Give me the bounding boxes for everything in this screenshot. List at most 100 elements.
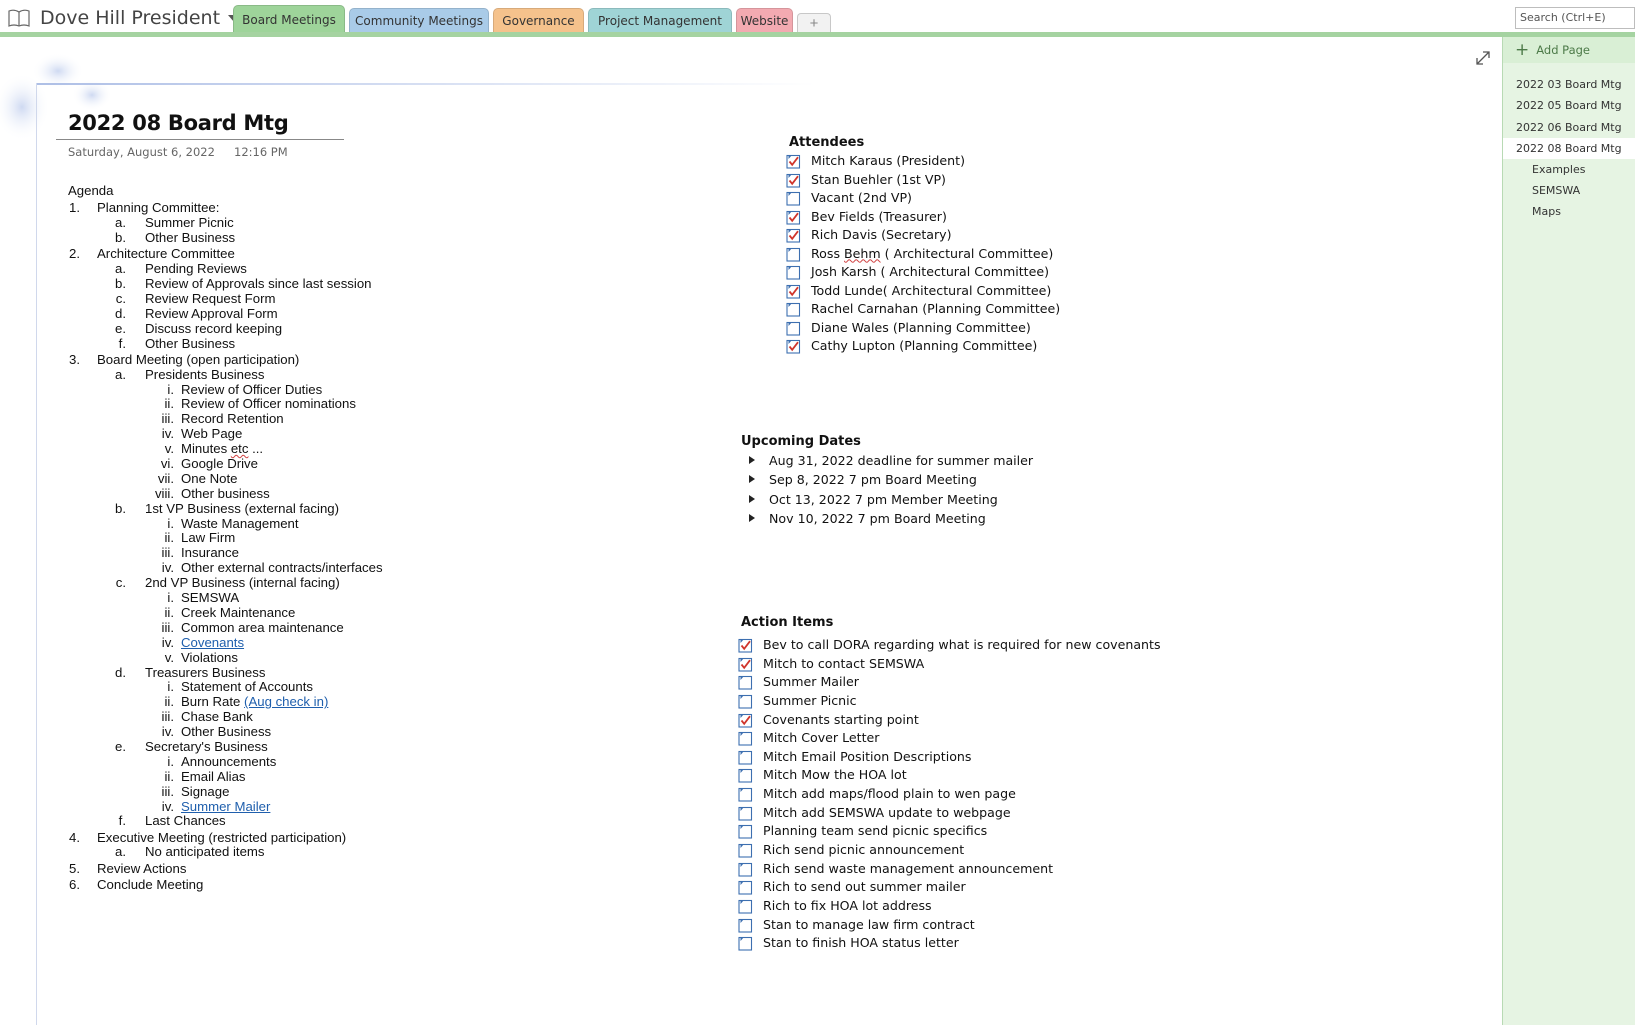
tab-board-meetings[interactable]: Board Meetings (233, 5, 345, 34)
tab-website[interactable]: Website (736, 8, 793, 33)
agenda-item[interactable]: 2. Architecture Committee (68, 246, 235, 262)
agenda-item[interactable]: vi. Google Drive (68, 456, 258, 472)
agenda-item[interactable]: v. Violations (68, 650, 238, 666)
todo-checkbox-icon[interactable] (738, 824, 753, 839)
agenda-item[interactable]: e. Secretary's Business (68, 739, 268, 755)
agenda-item[interactable]: f. Other Business (68, 336, 235, 352)
agenda-item[interactable]: c. Review Request Form (68, 291, 276, 307)
checked-checkbox-icon[interactable] (738, 638, 753, 653)
page-item-2022-08-board-mtg[interactable]: 2022 08 Board Mtg (1503, 138, 1635, 159)
agenda-item[interactable]: iv. Covenants (68, 635, 244, 651)
expand-icon[interactable] (1474, 49, 1492, 67)
agenda-item[interactable]: iv. Other Business (68, 724, 271, 740)
agenda-item[interactable]: c. 2nd VP Business (internal facing) (68, 575, 340, 591)
agenda-link[interactable]: Summer Mailer (181, 799, 270, 814)
todo-checkbox-icon[interactable] (738, 768, 753, 784)
page-item-maps[interactable]: Maps (1503, 201, 1635, 222)
page-item-2022-03-board-mtg[interactable]: 2022 03 Board Mtg (1503, 74, 1635, 95)
agenda-item[interactable]: ii. Burn Rate (Aug check in) (68, 694, 328, 710)
agenda-heading[interactable]: Agenda (68, 182, 113, 200)
action-items-heading[interactable]: Action Items (741, 615, 833, 630)
agenda-item[interactable]: i. Waste Management (68, 516, 298, 532)
checked-checkbox-icon[interactable] (738, 713, 753, 728)
tab-community-meetings[interactable]: Community Meetings (349, 8, 489, 33)
page-item-2022-05-board-mtg[interactable]: 2022 05 Board Mtg (1503, 95, 1635, 116)
agenda-item[interactable]: iv. Web Page (68, 426, 243, 442)
agenda-item[interactable]: f. Last Chances (68, 813, 226, 829)
checked-checkbox-icon[interactable] (786, 284, 801, 299)
triangle-bullet-icon[interactable] (749, 456, 755, 464)
checked-checkbox-icon[interactable] (738, 657, 753, 672)
triangle-bullet-icon[interactable] (749, 494, 755, 503)
agenda-item[interactable]: ii. Creek Maintenance (68, 605, 295, 621)
agenda-item[interactable]: 4. Executive Meeting (restricted particip… (68, 830, 346, 846)
page-item-examples[interactable]: Examples (1503, 159, 1635, 180)
notebook-selector[interactable]: Dove Hill President (8, 6, 241, 30)
todo-checkbox-icon[interactable] (738, 694, 753, 709)
agenda-item[interactable]: a. Pending Reviews (68, 261, 247, 277)
agenda-item[interactable]: iv. Summer Mailer (68, 799, 271, 815)
todo-checkbox-icon[interactable] (738, 899, 753, 914)
todo-checkbox-icon[interactable] (738, 843, 753, 858)
triangle-bullet-icon[interactable] (749, 475, 755, 484)
todo-checkbox-icon[interactable] (786, 247, 801, 262)
add-page-button[interactable]: + Add Page (1503, 37, 1635, 63)
todo-checkbox-icon[interactable] (786, 302, 801, 317)
agenda-item[interactable]: iii. Common area maintenance (68, 620, 344, 636)
page-title[interactable]: 2022 08 Board Mtg (68, 111, 289, 135)
agenda-item[interactable]: iii. Chase Bank (68, 709, 253, 725)
agenda-item[interactable]: 1. Planning Committee: (68, 200, 219, 216)
checked-checkbox-icon[interactable] (786, 210, 801, 225)
agenda-item[interactable]: vii. One Note (68, 471, 238, 487)
agenda-item[interactable]: ii. Email Alias (68, 769, 245, 785)
agenda-item[interactable]: 3. Board Meeting (open participation) (68, 352, 299, 368)
todo-checkbox-icon[interactable] (738, 787, 753, 802)
agenda-item[interactable]: i. Statement of Accounts (68, 679, 313, 695)
agenda-item[interactable]: e. Discuss record keeping (68, 321, 282, 337)
agenda-item[interactable]: a. No anticipated items (68, 845, 264, 860)
checked-checkbox-icon[interactable] (786, 228, 801, 243)
agenda-item[interactable]: ii. Review of Officer nominations (68, 397, 355, 412)
page-item-2022-06-board-mtg[interactable]: 2022 06 Board Mtg (1503, 117, 1635, 138)
todo-checkbox-icon[interactable] (738, 806, 753, 821)
todo-checkbox-icon[interactable] (738, 675, 753, 690)
page-canvas[interactable]: 2022 08 Board Mtg Saturday, August 6, 20… (0, 37, 1502, 1025)
agenda-item[interactable]: iii. Signage (68, 784, 230, 800)
checked-checkbox-icon[interactable] (786, 173, 801, 188)
search-input[interactable]: Search (Ctrl+E) (1515, 7, 1635, 29)
agenda-item[interactable]: d. Treasurers Business (68, 665, 265, 681)
agenda-item[interactable]: b. Other Business (68, 230, 235, 246)
todo-checkbox-icon[interactable] (786, 191, 801, 206)
todo-checkbox-icon[interactable] (738, 862, 753, 877)
agenda-item[interactable]: iv. Other external contracts/interfaces (68, 560, 383, 576)
triangle-bullet-icon[interactable] (749, 513, 755, 522)
todo-checkbox-icon[interactable] (738, 918, 753, 933)
attendees-heading[interactable]: Attendees (789, 135, 864, 150)
agenda-item[interactable]: i. Announcements (68, 754, 276, 770)
todo-checkbox-icon[interactable] (786, 321, 801, 336)
agenda-item[interactable]: a. Presidents Business (68, 367, 264, 383)
agenda-link[interactable]: Covenants (181, 635, 244, 650)
agenda-item[interactable]: d. Review Approval Form (68, 306, 278, 322)
todo-checkbox-icon[interactable] (738, 750, 753, 765)
agenda-item[interactable]: b. Review of Approvals since last session (68, 276, 372, 292)
todo-checkbox-icon[interactable] (738, 936, 753, 951)
agenda-item[interactable]: a. Summer Picnic (68, 215, 234, 231)
todo-checkbox-icon[interactable] (738, 880, 753, 895)
tab-governance[interactable]: Governance (493, 8, 584, 33)
agenda-item[interactable]: 5. Review Actions (68, 861, 186, 877)
agenda-item[interactable]: v. Minutes etc ... (68, 441, 263, 457)
checked-checkbox-icon[interactable] (786, 339, 801, 354)
agenda-outline[interactable]: Agenda 1. Planning Committee: a. Summer Pic… (68, 182, 383, 893)
tab-project-management[interactable]: Project Management (588, 8, 732, 33)
agenda-item[interactable]: iii. Insurance (68, 545, 239, 561)
agenda-item[interactable]: iii. Record Retention (68, 411, 284, 427)
agenda-item[interactable]: ii. Law Firm (68, 531, 235, 546)
agenda-item[interactable]: i. SEMSWA (68, 590, 239, 606)
upcoming-dates-heading[interactable]: Upcoming Dates (741, 434, 861, 449)
add-section-button[interactable]: + (797, 13, 831, 33)
agenda-item[interactable]: 6. Conclude Meeting (68, 877, 203, 893)
agenda-item[interactable]: i. Review of Officer Duties (68, 382, 322, 398)
todo-checkbox-icon[interactable] (738, 731, 753, 746)
agenda-item[interactable]: viii. Other business (68, 486, 270, 502)
